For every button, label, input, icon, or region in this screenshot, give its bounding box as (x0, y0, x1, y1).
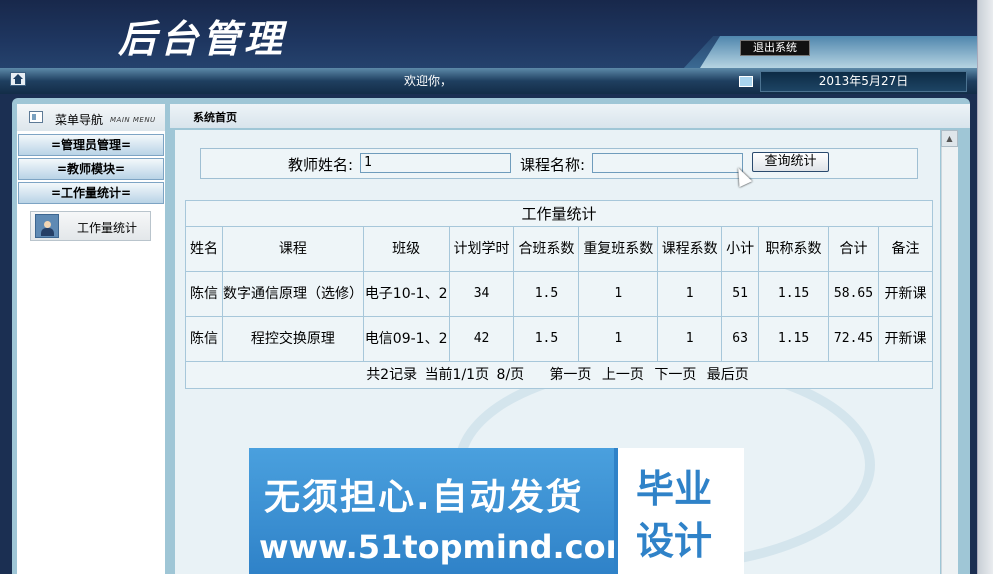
scroll-up-arrow-icon[interactable]: ▲ (941, 130, 958, 147)
sidebar-item-workload[interactable]: 工作量统计 (30, 211, 151, 241)
column-header: 课程系数 (657, 226, 723, 272)
logout-button[interactable]: 退出系统 (740, 40, 810, 56)
ad-badge: 毕业 设计 (614, 448, 744, 574)
cell-course: 程控交换原理 (221, 316, 364, 362)
last-page-link[interactable]: 最后页 (707, 367, 749, 383)
home-icon[interactable] (10, 72, 26, 86)
cell-combined-factor: 1.5 (513, 271, 580, 317)
ad-url: www.51topmind.com (259, 528, 639, 566)
teacher-name-input[interactable]: 1 (360, 153, 511, 173)
ad-slogan: 无须担心.自动发货 (264, 477, 584, 518)
query-button[interactable]: 查询统计 (752, 152, 829, 172)
teacher-name-label: 教师姓名: (288, 156, 354, 174)
course-name-label: 课程名称: (520, 156, 586, 174)
cell-repeat-factor: 1 (578, 316, 659, 362)
cell-subtotal: 63 (721, 316, 760, 362)
cell-repeat-factor: 1 (578, 271, 659, 317)
cell-combined-factor: 1.5 (513, 316, 580, 362)
cell-class: 电子10-1、2 (362, 271, 450, 317)
cell-name: 陈信 (185, 271, 223, 317)
column-header: 班级 (362, 226, 450, 272)
sidebar-title: 菜单导航 (55, 113, 104, 127)
page-title: 系统首页 (193, 111, 237, 124)
column-header: 备注 (877, 226, 934, 272)
monitor-icon (739, 76, 753, 87)
first-page-link[interactable]: 第一页 (549, 367, 591, 383)
cell-course-factor: 1 (657, 271, 723, 317)
cell-title-factor: 1.15 (758, 316, 830, 362)
cell-title-factor: 1.15 (758, 271, 830, 317)
menu-icon (29, 111, 43, 123)
menu-admin-manage[interactable]: =管理员管理= (18, 134, 164, 156)
current-page: 当前1/1页 (424, 367, 490, 383)
cell-planned-hours: 42 (448, 316, 515, 362)
cell-total: 72.45 (828, 316, 879, 362)
ad-badge-line1: 毕业 (636, 467, 713, 511)
column-header: 计划学时 (448, 226, 515, 272)
cell-course-factor: 1 (657, 316, 723, 362)
cell-planned-hours: 34 (448, 271, 515, 317)
date-display: 2013年5月27日 (760, 71, 967, 92)
user-icon (35, 214, 59, 238)
cell-remark: 开新课 (877, 316, 934, 362)
cell-total: 58.65 (828, 271, 879, 317)
cell-name: 陈信 (185, 316, 223, 362)
column-header: 合计 (828, 226, 879, 272)
column-header: 姓名 (185, 226, 223, 272)
sidebar-item-label: 工作量统计 (77, 221, 138, 235)
cell-remark: 开新课 (877, 271, 934, 317)
app-logo: 后台管理 (118, 16, 287, 61)
ad-badge-line2: 设计 (636, 519, 713, 563)
column-header: 课程 (221, 226, 364, 272)
pagination-row: 共2记录 当前1/1页 8/页 第一页 上一页 下一页 最后页 (185, 361, 933, 389)
cell-course: 数字通信原理（选修） (221, 271, 364, 317)
table-row: 陈信 数字通信原理（选修） 电子10-1、2 34 1.5 1 1 51 1.1… (185, 271, 934, 317)
next-page-link[interactable]: 下一页 (654, 367, 696, 383)
column-header: 重复班系数 (578, 226, 659, 272)
page-size: 8/页 (496, 367, 525, 383)
sidebar-subtitle: MAIN MENU (110, 116, 156, 124)
content-header (170, 104, 970, 128)
column-header: 小计 (721, 226, 760, 272)
column-header: 合班系数 (513, 226, 580, 272)
vertical-scrollbar[interactable] (941, 130, 958, 574)
workload-table: 工作量统计 姓名 课程 班级 计划学时 合班系数 重复班系数 课程系数 小计 职… (185, 200, 934, 389)
ad-banner[interactable]: 无须担心.自动发货 www.51topmind.com 毕业 设计 (249, 448, 744, 574)
table-header-row: 姓名 课程 班级 计划学时 合班系数 重复班系数 课程系数 小计 职称系数 合计… (185, 226, 934, 272)
column-header: 职称系数 (758, 226, 830, 272)
course-name-input[interactable] (592, 153, 743, 173)
menu-teacher-module[interactable]: =教师模块= (18, 158, 164, 180)
table-row: 陈信 程控交换原理 电信09-1、2 42 1.5 1 1 63 1.15 72… (185, 316, 934, 362)
menu-workload-stats[interactable]: =工作量统计= (18, 182, 164, 204)
welcome-text: 欢迎你， (404, 74, 453, 88)
record-count: 共2记录 (366, 367, 418, 383)
window-edge (977, 0, 993, 574)
prev-page-link[interactable]: 上一页 (602, 367, 644, 383)
table-caption: 工作量统计 (185, 200, 933, 227)
cell-class: 电信09-1、2 (362, 316, 450, 362)
cell-subtotal: 51 (721, 271, 760, 317)
